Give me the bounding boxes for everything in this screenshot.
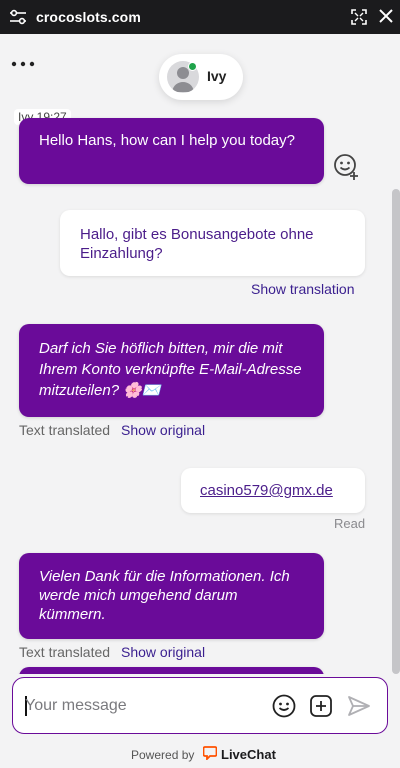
user-message: Hallo, gibt es Bonusangebote ohne Einzah…: [60, 210, 365, 276]
message-input[interactable]: [25, 695, 265, 717]
agent-message: Vielen Dank für die Informationen. Ich w…: [19, 553, 324, 639]
chat-scrollbar[interactable]: [392, 189, 400, 674]
send-icon[interactable]: [346, 693, 372, 719]
email-link[interactable]: casino579@gmx.de: [200, 481, 346, 500]
site-domain: crocoslots.com: [36, 9, 141, 25]
add-attachment-icon[interactable]: [308, 693, 334, 719]
livechat-logo-icon: [203, 746, 217, 760]
show-original-link[interactable]: Show original: [121, 644, 205, 660]
livechat-brand[interactable]: LiveChat: [221, 747, 276, 762]
agent-message-partial: [19, 667, 324, 674]
message-text: Hello Hans, how can I help you today?: [39, 132, 295, 149]
powered-by-label: Powered by: [131, 748, 195, 762]
top-bar: crocoslots.com: [0, 0, 400, 34]
expand-icon[interactable]: [351, 9, 367, 25]
show-translation-link[interactable]: Show translation: [251, 281, 355, 297]
close-icon[interactable]: [379, 9, 393, 23]
sliders-icon[interactable]: [9, 9, 27, 25]
powered-by-footer: Powered by LiveChat: [0, 740, 400, 768]
chat-area: Ivy Ivy 19:27 Hello Hans, how can I help…: [0, 34, 400, 674]
show-original-link[interactable]: Show original: [121, 422, 205, 438]
agent-name: Ivy: [207, 68, 227, 84]
online-status-dot: [188, 62, 197, 71]
translation-note: Text translated: [19, 422, 111, 438]
translation-note: Text translated: [19, 644, 111, 660]
agent-header[interactable]: Ivy: [159, 54, 243, 100]
read-status: Read: [334, 516, 366, 531]
user-message: casino579@gmx.de: [181, 468, 365, 513]
emoji-icon[interactable]: [271, 693, 297, 719]
message-text: Darf ich Sie höflich bitten, mir die mit…: [39, 340, 302, 399]
agent-message: Hello Hans, how can I help you today?: [19, 118, 324, 184]
message-composer: [12, 677, 388, 734]
message-text: Hallo, gibt es Bonusangebote ohne Einzah…: [80, 226, 314, 262]
more-options-icon[interactable]: [11, 60, 37, 68]
message-text: Vielen Dank für die Informationen. Ich w…: [39, 568, 290, 623]
add-reaction-icon[interactable]: [332, 152, 362, 182]
agent-message: Darf ich Sie höflich bitten, mir die mit…: [19, 324, 324, 417]
